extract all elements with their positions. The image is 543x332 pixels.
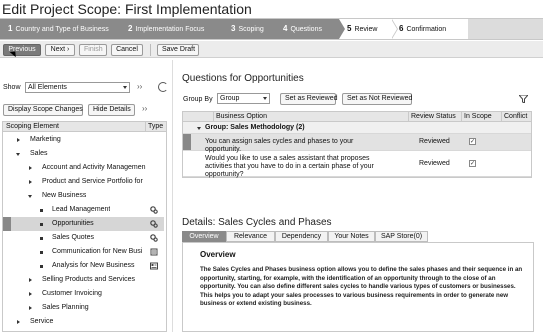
bullet-icon [40, 251, 43, 254]
gears-icon [150, 206, 158, 214]
tree-item-analysis[interactable]: Analysis for New Business [3, 259, 164, 273]
group-by-select[interactable]: Group [217, 93, 270, 104]
tree-item-sales-quotes[interactable]: Sales Quotes [3, 231, 164, 245]
group-by-label: Group By [183, 96, 213, 103]
question-row[interactable]: Would you like to use a sales assistant … [183, 151, 531, 178]
column-type: Type [145, 122, 163, 132]
refresh-icon[interactable] [158, 82, 168, 92]
selection-marker [3, 217, 11, 231]
column-scoping-element: Scoping Element [6, 123, 59, 130]
finish-button[interactable]: Finish [79, 44, 107, 56]
tab-dependency[interactable]: Dependency [275, 231, 328, 242]
collapse-chevrons-icon[interactable]: ›› [142, 104, 147, 113]
tab-your-notes[interactable]: Your Notes [328, 231, 375, 242]
group-row[interactable]: Group: Sales Methodology (2) [183, 122, 531, 134]
step-questions[interactable]: 4 Questions [275, 19, 345, 39]
tree-item-product-service-portfolio[interactable]: Product and Service Portfolio for [3, 175, 164, 189]
page-title: Edit Project Scope: First Implementation [2, 1, 252, 17]
selection-marker [183, 134, 191, 150]
wizard-steps: 1 Country and Type of Business 2 Implement… [0, 18, 543, 40]
tree-item-customer-invoicing[interactable]: Customer Invoicing [3, 287, 164, 301]
tree-scrollbar[interactable] [166, 133, 167, 332]
panel-divider[interactable] [172, 60, 173, 332]
overview-heading: Overview [200, 250, 236, 259]
questions-title: Questions for Opportunities [182, 73, 304, 84]
tree-header: Scoping Element Type [3, 122, 166, 132]
tree-item-sales-planning[interactable]: Sales Planning [3, 301, 164, 315]
collapse-arrow-icon[interactable] [16, 153, 20, 156]
tree-item-lead-management[interactable]: Lead Management [3, 203, 164, 217]
details-title: Details: Sales Cycles and Phases [182, 217, 332, 228]
set-as-reviewed-button[interactable]: Set as Reviewed [280, 93, 338, 105]
questions-table-header: Business Option Review Status In Scope C… [183, 112, 531, 122]
tree-item-opportunities[interactable]: Opportunities [3, 217, 164, 231]
expand-arrow-icon[interactable] [17, 320, 20, 324]
wizard-toolbar: Previous Next › Finish Cancel Save Draft [0, 41, 543, 58]
tree-item-selling-products[interactable]: Selling Products and Services [3, 273, 164, 287]
expand-chevrons-icon[interactable]: ›› [137, 82, 142, 91]
in-scope-checkbox[interactable]: ✓ [469, 160, 476, 167]
step-implementation-focus[interactable]: 2 Implementation Focus [120, 19, 229, 39]
expand-arrow-icon[interactable] [29, 278, 32, 282]
step-scoping[interactable]: 3 Scoping [223, 19, 281, 39]
gears-icon [150, 234, 158, 242]
chevron-down-icon [263, 97, 267, 100]
save-draft-button[interactable]: Save Draft [157, 44, 199, 56]
gears-icon [150, 220, 158, 228]
filter-icon[interactable] [519, 95, 528, 103]
questions-table: Business Option Review Status In Scope C… [182, 111, 532, 178]
next-button[interactable]: Next › [45, 44, 75, 56]
scrollbar-thumb[interactable] [166, 163, 167, 313]
show-select[interactable]: All Elements [25, 82, 130, 93]
toolbar-separator [150, 44, 151, 56]
report-icon [150, 262, 158, 270]
tree-item-new-business[interactable]: New Business [3, 189, 164, 203]
hide-details-button[interactable]: Hide Details [88, 104, 135, 116]
expand-arrow-icon[interactable] [29, 306, 32, 310]
tab-overview[interactable]: Overview [182, 231, 226, 242]
bullet-icon [40, 265, 43, 268]
tab-relevance[interactable]: Relevance [226, 231, 275, 242]
expand-arrow-icon[interactable] [29, 166, 32, 170]
column-business-option: Business Option [213, 112, 267, 122]
show-label: Show [3, 84, 21, 91]
expand-arrow-icon[interactable] [17, 138, 20, 142]
step-review[interactable]: 5 Review [339, 19, 398, 39]
step-confirmation[interactable]: 6 Confirmation [391, 19, 468, 39]
document-icon [150, 248, 158, 256]
expand-arrow-icon[interactable] [29, 180, 32, 184]
overview-text: The Sales Cycles and Phases business opt… [200, 266, 523, 308]
previous-button[interactable]: Previous [3, 44, 41, 56]
step-country[interactable]: 1 Country and Type of Business [0, 19, 126, 39]
tab-sap-store[interactable]: SAP Store(0) [375, 231, 428, 242]
tree-item-marketing[interactable]: Marketing [3, 133, 164, 147]
set-as-not-reviewed-button[interactable]: Set as Not Reviewed [342, 93, 412, 105]
column-review-status: Review Status [408, 112, 456, 122]
overview-panel: Overview The Sales Cycles and Phases bus… [182, 242, 534, 332]
bullet-icon [40, 223, 43, 226]
display-scope-changes-button[interactable]: Display Scope Changes [3, 104, 83, 116]
tree-item-communication[interactable]: Communication for New Busi [3, 245, 164, 259]
chevron-down-icon [123, 86, 127, 89]
column-in-scope: In Scope [461, 112, 492, 122]
tree-item-service[interactable]: Service [3, 315, 164, 329]
expand-arrow-icon[interactable] [29, 292, 32, 296]
question-row[interactable]: You can assign sales cycles and phases t… [183, 134, 531, 153]
tree-item-account-activity[interactable]: Account and Activity Managemen [3, 161, 164, 175]
tree-item-sales[interactable]: Sales [3, 147, 164, 161]
cancel-button[interactable]: Cancel [111, 44, 143, 56]
collapse-arrow-icon[interactable] [197, 127, 201, 130]
column-conflict: Conflict [501, 112, 527, 122]
bullet-icon [40, 209, 43, 212]
in-scope-checkbox[interactable]: ✓ [469, 138, 476, 145]
scoping-tree: Scoping Element Type Marketing Sales Acc… [2, 121, 167, 332]
bullet-icon [40, 237, 43, 240]
collapse-arrow-icon[interactable] [28, 195, 32, 198]
